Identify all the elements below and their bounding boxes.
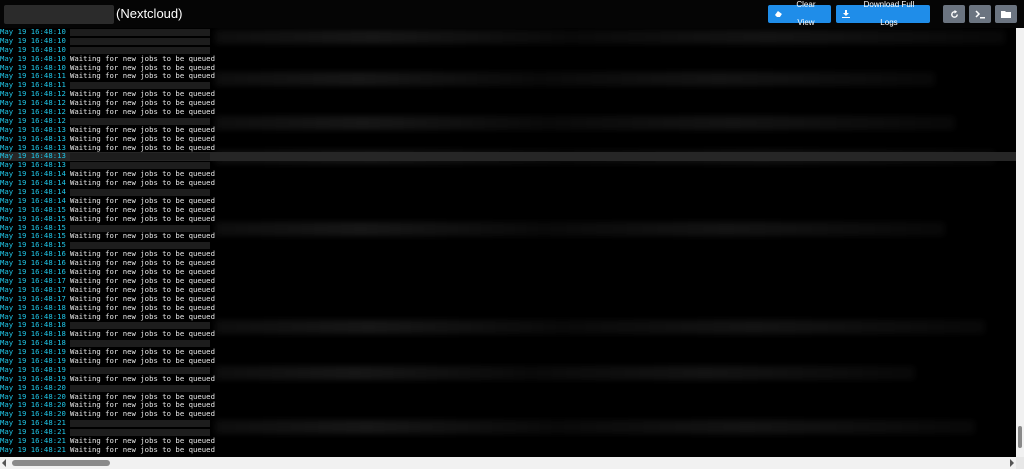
redacted-container-name xyxy=(4,5,114,24)
log-line: May 19 16:48:19 Waiting for new jobs to b… xyxy=(0,373,1016,384)
log-line: May 19 16:48:18 Waiting for new jobs to b… xyxy=(0,311,1016,322)
refresh-button[interactable] xyxy=(943,5,965,23)
refresh-icon xyxy=(950,9,958,18)
redacted-log-message xyxy=(70,82,210,90)
log-timestamp: May 19 16:48:21 xyxy=(0,444,66,454)
log-message: Waiting for new jobs to be queued xyxy=(70,355,215,365)
log-message: Waiting for new jobs to be queued xyxy=(70,178,215,188)
vertical-scrollbar[interactable] xyxy=(1016,28,1024,457)
clear-view-button[interactable]: Clear View xyxy=(768,0,831,27)
download-icon xyxy=(842,10,850,18)
scrollbar-corner xyxy=(1016,457,1024,469)
redacted-log-message xyxy=(70,46,210,54)
redacted-log-message xyxy=(70,188,210,196)
log-line: May 19 16:48:10 xyxy=(0,28,1016,37)
folder-icon xyxy=(1001,11,1011,18)
redacted-log-message xyxy=(70,384,210,392)
folder-button[interactable] xyxy=(995,5,1017,23)
redacted-log-message xyxy=(70,224,210,232)
log-message: Waiting for new jobs to be queued xyxy=(70,231,215,241)
page-title: (Nextcloud) xyxy=(116,6,183,21)
redacted-log-message xyxy=(70,340,210,348)
redacted-log-message xyxy=(70,153,210,161)
log-lines: May 19 16:48:10 May 19 16:48:10 May 19 16:… xyxy=(0,28,1016,455)
log-line: May 19 16:48:12 Waiting for new jobs to b… xyxy=(0,107,1016,117)
log-line: May 19 16:48:18 Waiting for new jobs to b… xyxy=(0,329,1016,339)
download-full-logs-button[interactable]: Download Full Logs xyxy=(836,0,930,27)
redacted-log-message xyxy=(70,162,210,170)
log-line: May 19 16:48:21 Waiting for new jobs to b… xyxy=(0,444,1016,455)
log-line: May 19 16:48:19 Waiting for new jobs to b… xyxy=(0,355,1016,366)
horizontal-scrollbar-thumb[interactable] xyxy=(12,460,110,466)
log-line: May 19 16:48:13 Waiting for new jobs to b… xyxy=(0,142,1016,153)
redacted-log-message xyxy=(70,322,210,330)
log-message: Waiting for new jobs to be queued xyxy=(70,329,215,339)
redacted-log-message xyxy=(70,37,210,45)
redacted-log-message xyxy=(70,366,210,374)
terminal-button[interactable] xyxy=(969,5,991,23)
scroll-left-icon[interactable] xyxy=(2,459,6,467)
log-line: May 19 16:48:21 xyxy=(0,418,1016,428)
clear-icon xyxy=(774,11,782,17)
horizontal-scrollbar[interactable] xyxy=(0,457,1016,469)
log-line: May 19 16:48:15 Waiting for new jobs to b… xyxy=(0,213,1016,224)
log-message: Waiting for new jobs to be queued xyxy=(70,142,215,152)
redacted-log-message xyxy=(70,429,210,437)
terminal-icon xyxy=(974,9,985,18)
log-message: Waiting for new jobs to be queued xyxy=(70,409,215,419)
vertical-scrollbar-thumb[interactable] xyxy=(1018,426,1022,448)
log-line: May 19 16:48:20 Waiting for new jobs to b… xyxy=(0,409,1016,419)
log-message: Waiting for new jobs to be queued xyxy=(70,444,215,454)
redacted-log-message xyxy=(70,242,210,250)
redacted-log-message xyxy=(70,28,210,36)
log-line: May 19 16:48:14 Waiting for new jobs to b… xyxy=(0,178,1016,188)
log-line: May 19 16:48:11 Waiting for new jobs to b… xyxy=(0,72,1016,81)
log-message: Waiting for new jobs to be queued xyxy=(70,107,215,117)
log-message: Waiting for new jobs to be queued xyxy=(70,71,215,81)
redacted-log-message xyxy=(70,117,210,125)
log-viewer-header: (Nextcloud) Clear View Download Full Log… xyxy=(0,0,1024,28)
log-message: Waiting for new jobs to be queued xyxy=(70,311,215,321)
log-message: Waiting for new jobs to be queued xyxy=(70,213,215,223)
scroll-right-icon[interactable] xyxy=(1010,459,1014,467)
log-output[interactable]: May 19 16:48:10 May 19 16:48:10 May 19 16:… xyxy=(0,28,1016,457)
log-line: May 19 16:48:15 Waiting for new jobs to b… xyxy=(0,232,1016,241)
log-message: Waiting for new jobs to be queued xyxy=(70,373,215,383)
log-line: May 19 16:48:10 xyxy=(0,36,1016,46)
redacted-log-message xyxy=(70,420,210,428)
log-line: May 19 16:48:13 xyxy=(0,152,1016,162)
